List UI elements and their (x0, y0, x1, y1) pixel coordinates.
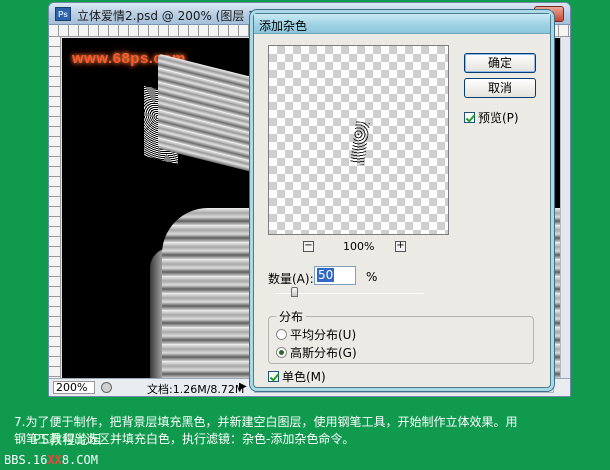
cancel-button[interactable]: 取消 (464, 78, 536, 98)
vertical-ruler (49, 37, 61, 378)
monochrome-checkbox[interactable] (268, 371, 279, 382)
amount-input[interactable]: 50 (314, 266, 356, 285)
forum-name: PS教程论坛 (33, 433, 102, 448)
dialog-title: 添加杂色 (259, 19, 308, 33)
monochrome-label: 单色(M) (282, 370, 326, 384)
dialog-titlebar[interactable]: 添加杂色 (254, 14, 550, 34)
ok-button[interactable]: 确定 (464, 53, 536, 73)
preview-checkbox-row[interactable]: 预览(P) (464, 109, 519, 126)
forum-url: BBS.16XX8.COM (4, 453, 98, 467)
radio-gaussian-label: 高斯分布(G) (290, 346, 357, 360)
caption-line-1: 7.为了便于制作，把背景层填充黑色，并新建空白图层，使用钢笔工具，开始制作立体效… (14, 415, 518, 429)
forum-url-prefix: BBS.16 (4, 453, 48, 467)
radio-gaussian-row[interactable]: 高斯分布(G) (276, 344, 357, 361)
radio-uniform-label: 平均分布(U) (290, 328, 357, 342)
zoom-out-button[interactable]: − (303, 241, 314, 252)
preview-checkbox-label: 预览(P) (478, 111, 519, 125)
caption-line-2: 钢笔工具勾出选区并填充白色，执行滤镜：杂色-添加杂色命令。 (14, 432, 355, 446)
filter-preview[interactable] (268, 45, 449, 235)
document-size: 文档:1.26M/8.72M (147, 383, 245, 396)
vertical-scrollbar[interactable] (560, 37, 570, 378)
radio-uniform-row[interactable]: 平均分布(U) (276, 326, 356, 343)
forum-url-highlight: XX (47, 453, 62, 467)
distribution-title: 分布 (276, 308, 307, 325)
radio-gaussian[interactable] (276, 347, 287, 358)
status-info-icon[interactable] (101, 382, 112, 393)
preview-noise-sample (350, 121, 370, 165)
preview-zoom-value: 100% (343, 240, 375, 253)
preview-checkbox[interactable] (464, 112, 475, 123)
zoom-level-field[interactable]: 200% (53, 381, 95, 394)
tutorial-caption: 7.为了便于制作，把背景层填充黑色，并新建空白图层，使用钢笔工具，开始制作立体效… (14, 414, 604, 448)
photoshop-logo-icon: Ps (55, 7, 71, 21)
add-noise-dialog: 添加杂色 − 100% + 确定 取消 预览(P) 数量(A): 50 % 分布… (253, 13, 551, 388)
zoom-in-button[interactable]: + (395, 241, 406, 252)
radio-uniform[interactable] (276, 329, 287, 340)
amount-unit: % (366, 270, 378, 284)
forum-url-suffix: 8.COM (61, 453, 98, 467)
monochrome-checkbox-row[interactable]: 单色(M) (268, 368, 326, 385)
amount-slider-track[interactable] (276, 293, 424, 294)
status-menu-arrow-icon[interactable]: ▶ (239, 381, 247, 392)
amount-slider-thumb[interactable] (290, 287, 298, 297)
amount-value: 50 (317, 268, 335, 282)
amount-label: 数量(A): (268, 272, 314, 286)
